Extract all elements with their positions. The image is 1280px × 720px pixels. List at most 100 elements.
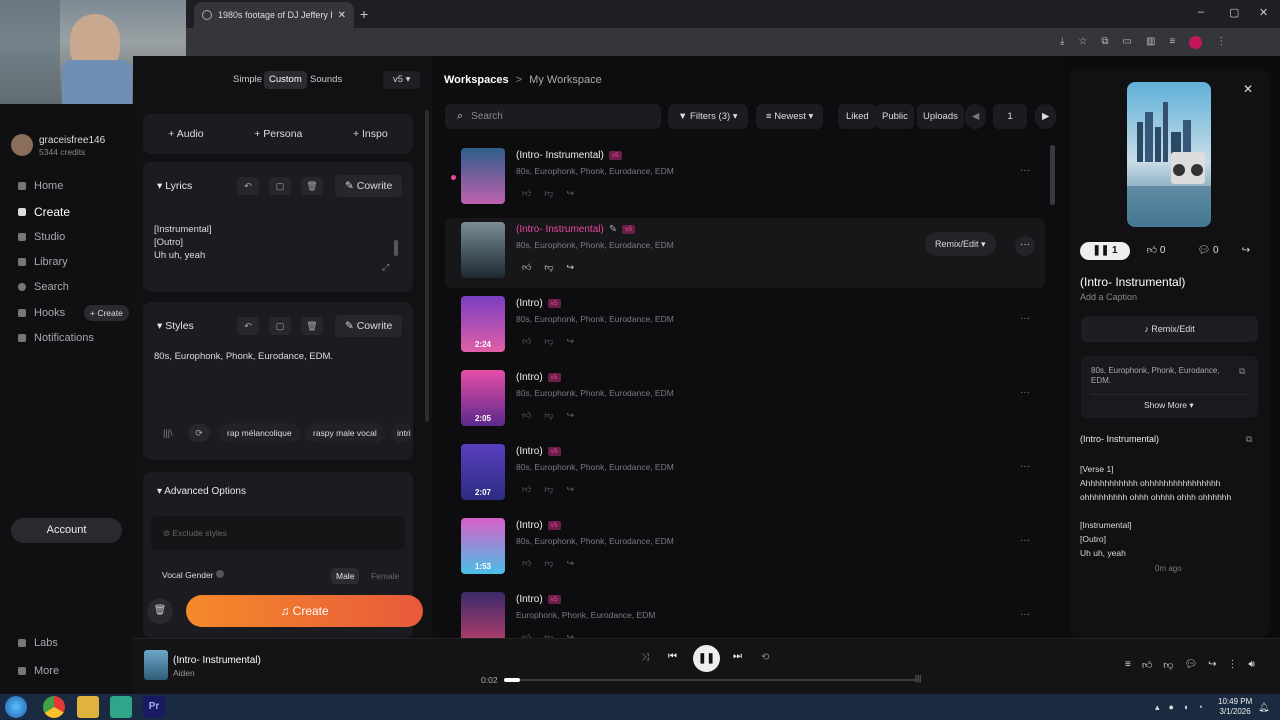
styles-cowrite-button[interactable]: ✎ Cowrite: [335, 315, 403, 337]
like-icon[interactable]: 👍︎: [522, 410, 531, 421]
bookmark-star-icon[interactable]: ☆: [1078, 36, 1087, 49]
mic-icon[interactable]: ●: [1169, 702, 1174, 713]
prev-page-button[interactable]: ◀: [965, 104, 987, 129]
style-tag[interactable]: intri: [391, 423, 413, 443]
more-options-button[interactable]: ···: [1015, 236, 1035, 256]
player-artist[interactable]: Aiden: [173, 668, 195, 678]
lyrics-header[interactable]: ▾ Lyrics: [157, 180, 192, 192]
version-select[interactable]: v5 ▾: [383, 71, 421, 89]
media-icon[interactable]: ≡: [1169, 36, 1175, 49]
network-icon[interactable]: ◔: [1197, 702, 1202, 713]
queue-icon[interactable]: ≡: [1125, 659, 1131, 671]
share-icon[interactable]: ↪: [567, 558, 575, 569]
notifications-icon[interactable]: 🔔︎: [1258, 702, 1269, 713]
pause-button[interactable]: ❚❚: [693, 645, 720, 672]
page-number[interactable]: 1: [993, 104, 1027, 129]
song-row[interactable]: (Intro- Instrumental) ✎ v5 80s, Europhonk, …: [445, 218, 1045, 288]
filters-button[interactable]: ▼ Filters (3) ▾: [668, 104, 748, 129]
bars-icon[interactable]: |||\: [163, 428, 173, 438]
caption-input[interactable]: Add a Caption: [1080, 292, 1137, 302]
styles-header[interactable]: ▾ Styles: [157, 320, 194, 332]
song-title[interactable]: (Intro) v5: [516, 520, 561, 531]
nav-hooks[interactable]: Hooks: [18, 307, 65, 319]
extensions-icon[interactable]: ⧉: [1101, 36, 1108, 49]
cast-icon[interactable]: ▭: [1123, 36, 1132, 49]
dislike-icon[interactable]: 👎︎: [544, 410, 553, 421]
like-icon[interactable]: 👍︎: [1142, 659, 1152, 671]
mode-sounds[interactable]: Sounds: [305, 71, 347, 89]
like-icon[interactable]: 👍︎: [522, 262, 531, 273]
volume-icon[interactable]: ◖: [1183, 702, 1188, 713]
share-icon[interactable]: ↪: [1208, 659, 1216, 671]
clear-button[interactable]: 🗑: [147, 598, 173, 624]
song-styles[interactable]: 80s, Europhonk, Phonk, Eurodance, EDM: [516, 240, 674, 250]
song-row[interactable]: 2:05 (Intro) v5 80s, Europhonk, Phonk, Euro…: [445, 366, 1045, 436]
liked-toggle[interactable]: Liked: [838, 104, 877, 129]
song-row[interactable]: 1:53 (Intro) v5 80s, Europhonk, Phonk, Euro…: [445, 514, 1045, 584]
browser-tab[interactable]: 1980s footage of DJ Jeffery Eps ✕: [194, 2, 354, 28]
more-options-button[interactable]: ···: [1015, 458, 1035, 478]
lyrics-scrollbar[interactable]: [394, 240, 398, 256]
more-options-button[interactable]: ···: [1015, 606, 1035, 626]
nav-home[interactable]: Home: [18, 180, 63, 192]
shuffle-tags-icon[interactable]: ⟳: [188, 424, 210, 442]
song-thumbnail[interactable]: 2:24: [461, 296, 505, 352]
tray-arrow-icon[interactable]: ▴: [1155, 702, 1160, 713]
lyrics-textarea[interactable]: [Instrumental] [Outro] Uh uh, yeah: [154, 223, 212, 262]
avatar[interactable]: [11, 134, 33, 156]
explorer-taskbar-icon[interactable]: [77, 696, 99, 718]
chrome-taskbar-icon[interactable]: [43, 696, 65, 718]
detail-play-button[interactable]: ❚❚ 1: [1080, 242, 1130, 260]
copy-icon[interactable]: ⧉: [1239, 366, 1245, 377]
previous-icon[interactable]: ⏮︎: [668, 651, 677, 662]
song-row[interactable]: (Intro- Instrumental) v5 80s, Europhonk, P…: [445, 144, 1045, 214]
styles-textarea[interactable]: 80s, Europhonk, Phonk, Eurodance, EDM.: [154, 351, 333, 362]
more-options-button[interactable]: ···: [1015, 384, 1035, 404]
new-tab-button[interactable]: +: [360, 6, 368, 22]
app-taskbar-icon[interactable]: [110, 696, 132, 718]
premiere-taskbar-icon[interactable]: Pr: [143, 696, 165, 718]
expand-icon[interactable]: ⤢: [382, 262, 389, 273]
detail-like-button[interactable]: 👍︎ 0: [1141, 242, 1171, 260]
song-title[interactable]: (Intro- Instrumental) ✎ v5: [516, 224, 636, 235]
mode-custom[interactable]: Custom: [264, 71, 307, 89]
panel-scrollbar[interactable]: [425, 110, 429, 422]
close-icon[interactable]: ✕: [338, 10, 346, 21]
song-styles[interactable]: 80s, Europhonk, Phonk, Eurodance, EDM: [516, 462, 674, 472]
share-icon[interactable]: ↪: [1238, 242, 1254, 260]
more-options-button[interactable]: ···: [1015, 162, 1035, 182]
vocal-female-option[interactable]: Female: [367, 568, 403, 584]
remix-edit-button[interactable]: Remix/Edit ▾: [925, 232, 996, 256]
add-inspo-button[interactable]: + Inspo: [353, 128, 388, 140]
like-icon[interactable]: 👍︎: [522, 484, 531, 495]
minimize-button[interactable]: –: [1198, 6, 1204, 18]
public-toggle[interactable]: Public: [876, 104, 914, 129]
mode-simple[interactable]: Simple: [228, 71, 267, 89]
like-icon[interactable]: 👍︎: [522, 336, 531, 347]
song-title[interactable]: (Intro- Instrumental) v5: [516, 150, 622, 161]
close-icon[interactable]: ✕: [1243, 82, 1253, 96]
nav-search[interactable]: Search: [18, 281, 69, 293]
profile-avatar[interactable]: [1189, 36, 1203, 49]
undo-icon[interactable]: ↶: [237, 177, 259, 195]
sidebar-icon[interactable]: ▥: [1146, 36, 1155, 49]
info-icon[interactable]: [215, 570, 224, 578]
style-tag[interactable]: rap mélancolique: [219, 423, 300, 443]
song-title[interactable]: (Intro) v5: [516, 594, 561, 605]
share-icon[interactable]: ↪: [567, 262, 575, 273]
undo-icon[interactable]: ↶: [237, 317, 259, 335]
comment-icon[interactable]: 💬︎: [1184, 659, 1197, 671]
song-styles[interactable]: 80s, Europhonk, Phonk, Eurodance, EDM: [516, 166, 674, 176]
like-icon[interactable]: 👍︎: [522, 188, 531, 199]
nav-labs[interactable]: Labs: [18, 637, 58, 649]
volume-icon[interactable]: 🔊︎: [1249, 659, 1255, 671]
share-icon[interactable]: ↪: [567, 484, 575, 495]
song-title[interactable]: (Intro) v5: [516, 372, 561, 383]
add-persona-button[interactable]: + Persona: [254, 128, 302, 140]
song-title[interactable]: (Intro) v5: [516, 446, 561, 457]
vocal-male-option[interactable]: Male: [331, 568, 360, 584]
song-styles[interactable]: 80s, Europhonk, Phonk, Eurodance, EDM: [516, 314, 674, 324]
lyrics-cowrite-button[interactable]: ✎ Cowrite: [335, 175, 403, 197]
next-page-button[interactable]: ▶: [1035, 104, 1057, 129]
player-thumbnail[interactable]: [144, 650, 168, 680]
